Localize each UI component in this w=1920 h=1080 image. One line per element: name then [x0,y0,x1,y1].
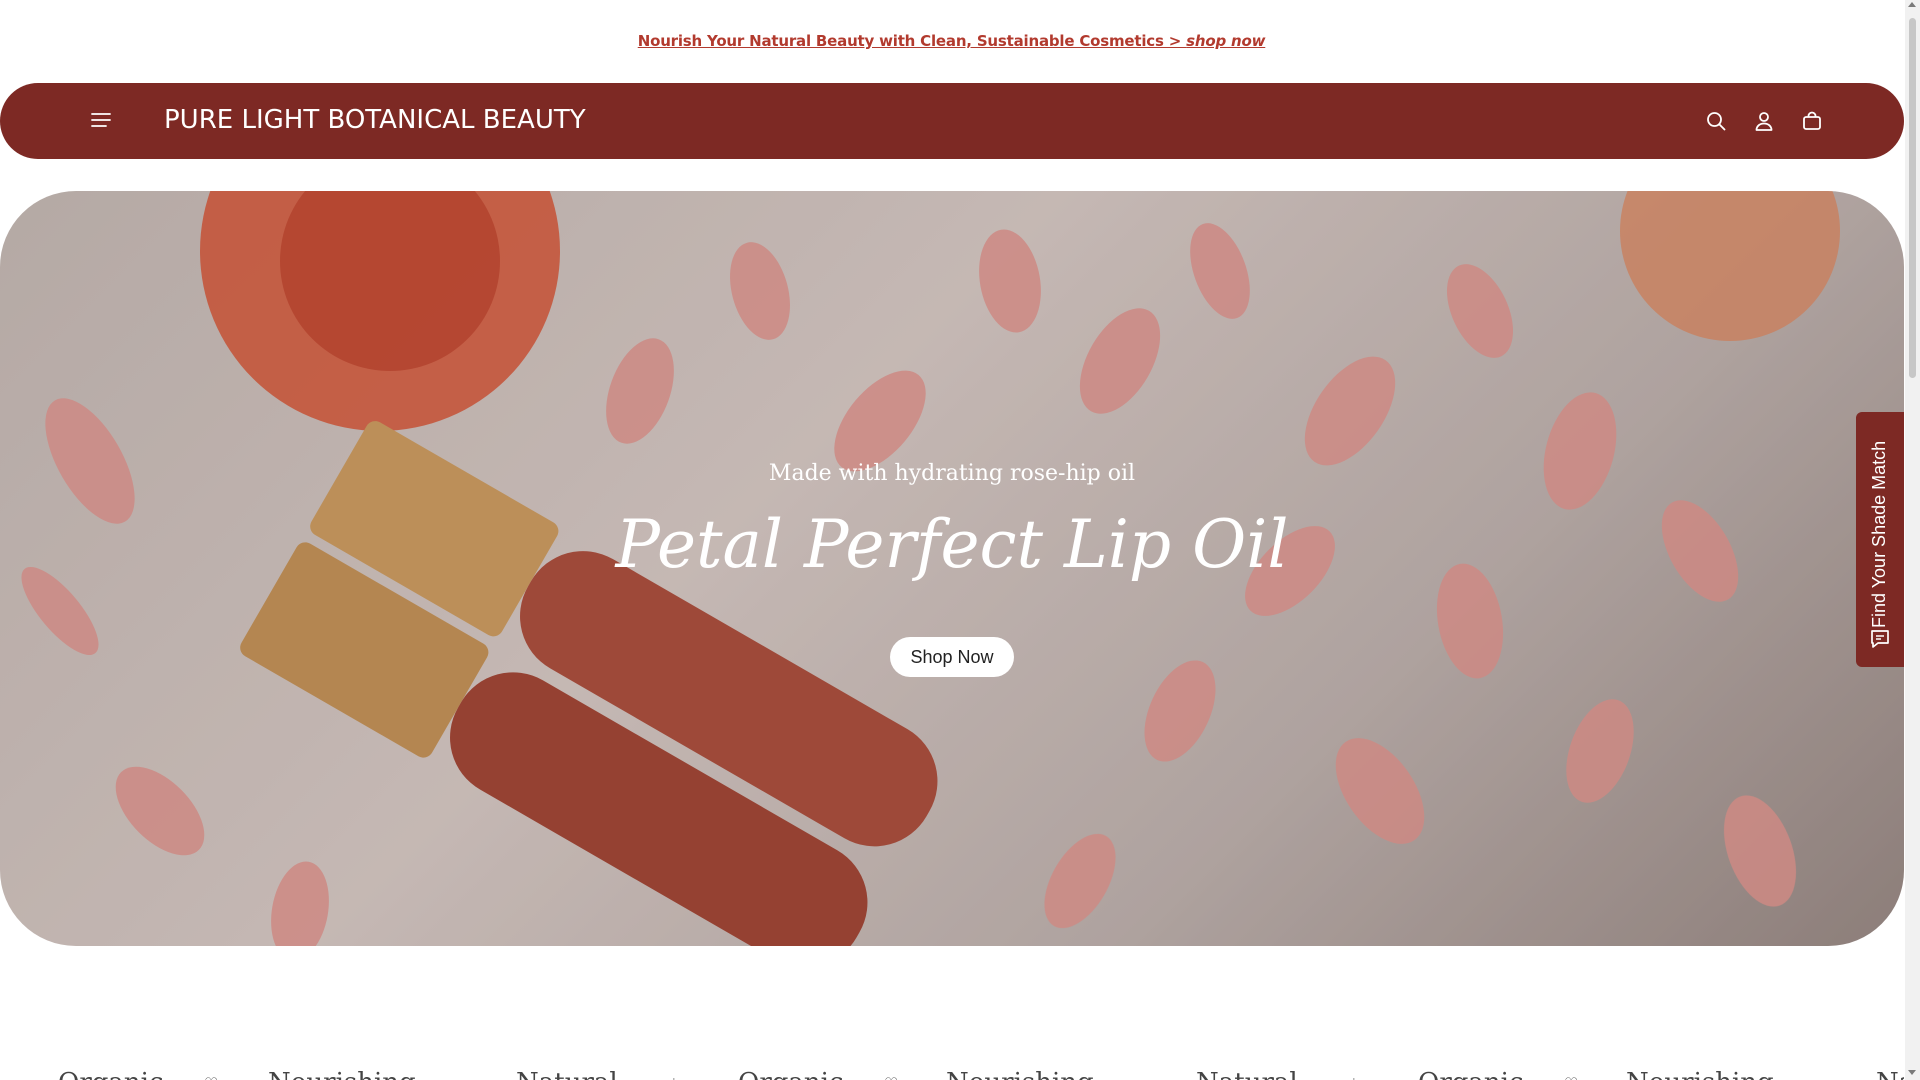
scroll-up-arrow-icon[interactable] [1908,2,1916,7]
ticker-item: Organic [738,1068,844,1080]
ticker-item: Nourishing [268,1068,416,1080]
cart-icon[interactable] [1800,109,1824,133]
hero-text-block: Made with hydrating rose-hip oil Petal P… [0,461,1904,583]
drop-icon: ♁ [668,1074,680,1080]
site-header: PURE LIGHT BOTANICAL BEAUTY [0,83,1904,159]
feature-ticker: Organic ♡ Nourishing ❧ Natural ♁ Organic… [0,1060,1904,1080]
heart-icon: ♡ [884,1074,898,1080]
search-icon[interactable] [1704,109,1728,133]
leaf-icon: ❧ [440,1074,453,1080]
hero-title: Petal Perfect Lip Oil [615,506,1289,583]
account-icon[interactable] [1752,109,1776,133]
ticker-item: Natural [1196,1068,1298,1080]
site-logo[interactable]: PURE LIGHT BOTANICAL BEAUTY [164,105,586,135]
chat-icon [1869,628,1891,655]
hero-banner: Made with hydrating rose-hip oil Petal P… [0,191,1904,946]
drop-icon: ♁ [1348,1074,1360,1080]
shop-now-button[interactable]: Shop Now [890,637,1014,677]
announcement-link[interactable]: Nourish Your Natural Beauty with Clean, … [638,32,1266,50]
announcement-text: Nourish Your Natural Beauty with Clean, … [637,32,1187,50]
leaf-icon: ❧ [1800,1074,1813,1080]
shade-match-label: Find Your Shade Match [1869,440,1889,628]
ticker-item: Natural [516,1068,618,1080]
heart-icon: ♡ [1564,1074,1578,1080]
scrollbar-thumb[interactable] [1909,18,1916,378]
ticker-item: Organic [1418,1068,1524,1080]
hero-subtitle: Made with hydrating rose-hip oil [768,461,1136,486]
shade-match-tab[interactable]: Find Your Shade Match [1856,412,1904,667]
ticker-item: Nourishing [946,1068,1094,1080]
announcement-bar: Nourish Your Natural Beauty with Clean, … [0,0,1903,82]
announcement-cta: shop now [1186,32,1266,50]
ticker-item: Na [1876,1068,1904,1080]
leaf-icon: ❧ [1120,1074,1133,1080]
scroll-down-arrow-icon[interactable] [1908,1070,1916,1075]
heart-icon: ♡ [204,1074,218,1080]
menu-icon[interactable] [90,109,112,131]
ticker-item: Nourishing [1626,1068,1774,1080]
ticker-item: Organic [58,1068,164,1080]
